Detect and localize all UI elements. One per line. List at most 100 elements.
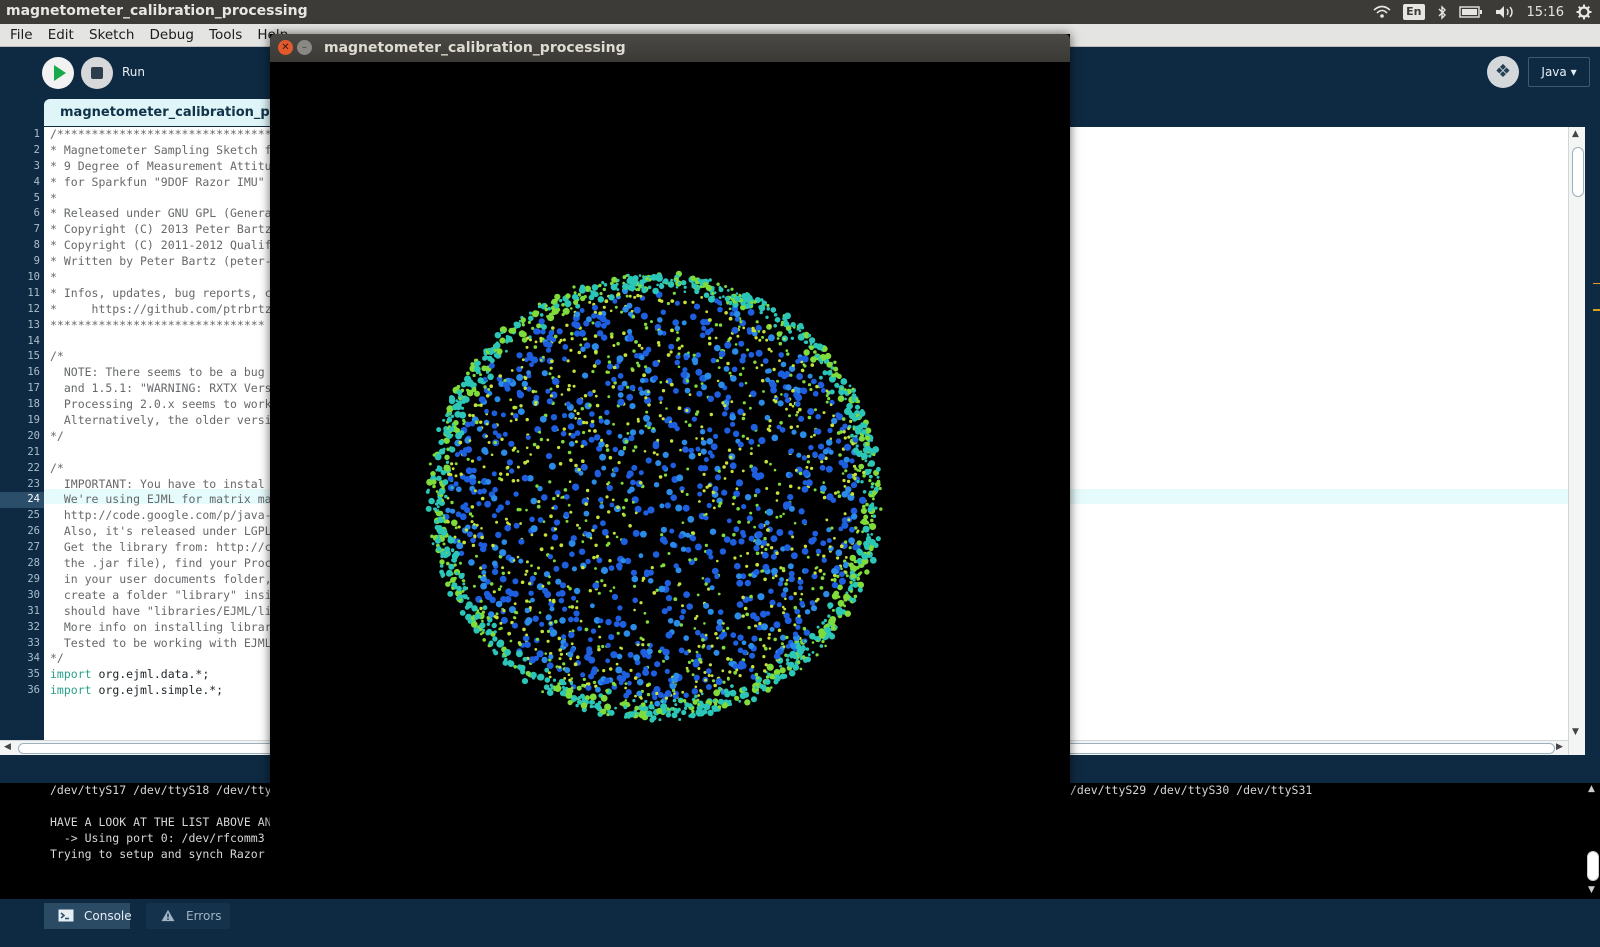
sample-point [539, 621, 545, 627]
sample-point [580, 346, 586, 352]
sample-point [471, 467, 477, 474]
sample-point [710, 674, 714, 678]
sample-point [528, 582, 532, 586]
sample-point [477, 489, 483, 495]
sample-point [551, 425, 559, 433]
tab-console[interactable]: Console [44, 903, 132, 929]
menu-file[interactable]: File [5, 26, 38, 43]
sample-point [627, 335, 635, 342]
scroll-left-arrow-icon[interactable]: ◀ [4, 742, 11, 752]
tab-sketch[interactable]: magnetometer_calibration_processing [44, 99, 340, 126]
scroll-up-arrow-icon[interactable]: ▲ [1572, 129, 1579, 139]
terminal-icon [58, 909, 74, 922]
sample-point [852, 436, 859, 443]
sample-point [578, 286, 586, 294]
sample-point [741, 367, 745, 370]
sample-point [688, 558, 692, 562]
debugger-butterfly-icon[interactable]: ❖ [1487, 56, 1519, 88]
menu-debug[interactable]: Debug [145, 26, 199, 43]
sample-point [802, 380, 806, 384]
minimize-icon[interactable]: – [297, 40, 312, 55]
keyboard-layout-indicator[interactable]: En [1403, 4, 1425, 20]
sample-point [833, 577, 837, 582]
sample-point [750, 447, 753, 450]
sample-point [520, 580, 525, 585]
sample-point [439, 448, 446, 455]
close-icon[interactable]: ✕ [278, 40, 293, 55]
bluetooth-icon[interactable] [1437, 4, 1447, 20]
tab-errors[interactable]: Errors [146, 903, 230, 929]
sample-point [708, 483, 712, 487]
sample-point [734, 695, 738, 700]
sample-point [560, 393, 564, 396]
scroll-up-arrow-icon[interactable]: ▲ [1588, 784, 1595, 794]
sample-point [780, 592, 787, 598]
settings-gear-icon[interactable] [1576, 4, 1592, 20]
sample-point [481, 365, 488, 372]
sample-point [734, 343, 738, 346]
sample-point [484, 592, 493, 601]
scroll-down-arrow-icon[interactable]: ▼ [1588, 885, 1595, 895]
sketch-window-titlebar[interactable]: ✕ – magnetometer_calibration_processing [270, 34, 1070, 62]
editor-vertical-scrollbar[interactable]: ▲ ▼ [1568, 127, 1585, 755]
sample-point [636, 293, 640, 298]
sample-point [677, 352, 681, 356]
sample-point [810, 363, 815, 367]
wifi-icon[interactable] [1373, 5, 1391, 19]
sample-point [856, 576, 861, 581]
sample-point [728, 336, 732, 340]
stop-button[interactable] [81, 57, 113, 89]
menu-edit[interactable]: Edit [43, 26, 79, 43]
warning-icon [161, 909, 175, 922]
volume-icon[interactable] [1495, 5, 1515, 19]
sample-point [838, 577, 846, 585]
sample-point [600, 438, 604, 442]
sample-point [852, 578, 856, 582]
scroll-right-arrow-icon[interactable]: ▶ [1556, 742, 1563, 752]
sample-point [849, 554, 857, 562]
run-button[interactable] [42, 57, 74, 89]
scroll-down-arrow-icon[interactable]: ▼ [1572, 727, 1579, 737]
sample-point [690, 313, 697, 321]
sample-point [580, 407, 584, 411]
mode-selector[interactable]: Java ▾ [1528, 57, 1590, 87]
battery-icon[interactable] [1458, 6, 1483, 18]
clock[interactable]: 15:16 [1527, 5, 1564, 20]
sample-point [450, 577, 456, 583]
sample-point [448, 435, 452, 438]
sample-point [473, 627, 480, 634]
sample-point [539, 437, 544, 442]
sample-point [697, 667, 701, 670]
sample-point [765, 315, 769, 319]
console-scrollbar[interactable]: ▲ ▼ [1585, 783, 1600, 899]
sample-point [505, 340, 509, 344]
sample-point [769, 462, 772, 466]
sample-point [809, 600, 816, 606]
sketch-output-window[interactable]: ✕ – magnetometer_calibration_processing [270, 34, 1070, 870]
sample-point [441, 499, 445, 502]
sample-point [638, 553, 644, 559]
sample-point [482, 605, 488, 611]
sample-point [751, 635, 758, 642]
sketch-canvas[interactable] [270, 62, 1070, 870]
sample-point [804, 609, 811, 615]
console-scrollbar-thumb[interactable] [1587, 851, 1599, 881]
sample-point [821, 639, 825, 644]
sample-point [651, 427, 655, 430]
sample-point [805, 479, 813, 487]
sample-point [485, 394, 490, 398]
sample-point [736, 507, 740, 511]
sample-point [516, 465, 520, 469]
menu-sketch[interactable]: Sketch [84, 26, 139, 43]
error-marker[interactable] [1593, 309, 1600, 311]
sample-point [706, 438, 714, 445]
error-marker[interactable] [1593, 283, 1600, 284]
sample-point [565, 401, 571, 407]
menu-tools[interactable]: Tools [204, 26, 247, 43]
sample-point [743, 687, 748, 692]
sample-point [789, 425, 794, 430]
scrollbar-thumb[interactable] [1572, 147, 1584, 197]
sample-point [794, 661, 797, 665]
sample-point [785, 635, 789, 640]
sample-point [626, 473, 632, 479]
